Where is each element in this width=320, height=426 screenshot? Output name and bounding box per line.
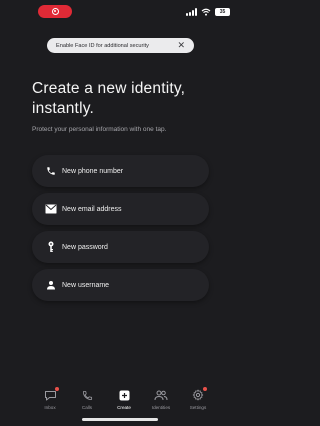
person-icon <box>44 278 58 292</box>
option-label: New password <box>62 243 108 251</box>
new-email-address-button[interactable]: New email address <box>32 193 209 225</box>
key-icon <box>44 240 58 254</box>
tab-label: Inbox <box>44 405 56 410</box>
envelope-icon <box>44 202 58 216</box>
gear-icon <box>191 387 207 402</box>
new-phone-number-button[interactable]: New phone number <box>32 155 209 187</box>
phone-icon <box>44 164 58 178</box>
new-password-button[interactable]: New password <box>32 231 209 263</box>
notification-badge <box>203 387 207 391</box>
option-label: New username <box>62 281 110 289</box>
page-subtitle: Protect your personal information with o… <box>32 126 167 133</box>
notification-badge <box>55 387 59 391</box>
option-label: New phone number <box>62 167 124 175</box>
status-icons: 35 <box>186 7 230 17</box>
signal-icon <box>186 8 197 16</box>
tab-label: Calls <box>81 405 93 410</box>
face-id-banner[interactable]: Enable Face ID for additional security ✕ <box>47 38 194 53</box>
tab-inbox[interactable]: Inbox <box>36 382 64 426</box>
tab-label: Settings <box>189 405 207 410</box>
tab-settings[interactable]: Settings <box>184 382 212 426</box>
record-icon <box>52 8 59 15</box>
battery-level: 35 <box>219 9 226 15</box>
banner-text: Enable Face ID for additional security <box>56 42 149 49</box>
screen-recording-indicator[interactable] <box>38 5 72 18</box>
status-bar: 35 <box>0 0 240 24</box>
new-username-button[interactable]: New username <box>32 269 209 301</box>
create-options-list: New phone number New email address New p… <box>32 155 209 307</box>
phone-icon <box>80 388 94 402</box>
plus-icon <box>117 388 131 402</box>
tab-label: Create <box>117 405 131 410</box>
home-indicator[interactable] <box>82 418 158 421</box>
people-icon <box>154 388 168 402</box>
battery-icon: 35 <box>215 8 230 16</box>
wifi-icon <box>201 8 211 16</box>
option-label: New email address <box>62 205 122 213</box>
page-title: Create a new identity, instantly. <box>32 80 186 117</box>
close-icon[interactable]: ✕ <box>177 41 185 50</box>
tab-label: Identities <box>151 405 171 410</box>
inbox-icon <box>43 387 59 402</box>
